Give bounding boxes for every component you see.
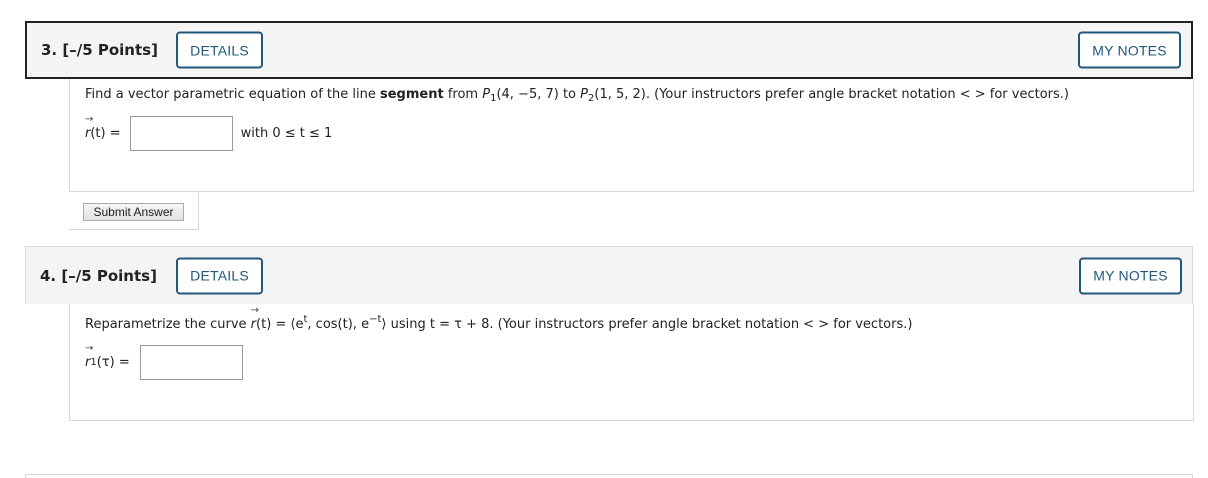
next-question-edge — [25, 474, 1193, 478]
question-4-details-button[interactable]: DETAILS — [176, 257, 263, 294]
question-4-prompt: Reparametrize the curve r(t) = ⟨et, cos(… — [85, 305, 913, 332]
point-1-label: P — [482, 87, 491, 102]
question-3-header: 3. [–/5 Points] DETAILS MY NOTES — [25, 21, 1193, 79]
question-3-body: Find a vector parametric equation of the… — [69, 79, 1194, 192]
question-3-answer-row: r(t) = with 0 ≤ t ≤ 1 — [85, 114, 333, 151]
prompt-text: to — [558, 87, 581, 102]
vector-r1-label: r — [85, 343, 94, 370]
prompt-text: using t = τ + 8. (Your instructors prefe… — [386, 317, 913, 332]
vector-r-label: r — [251, 305, 260, 332]
question-3-my-notes-button[interactable]: MY NOTES — [1078, 31, 1181, 69]
prompt-text: Find a vector parametric equation of the… — [85, 87, 380, 102]
parameter-constraint: with 0 ≤ t ≤ 1 — [240, 126, 333, 141]
prompt-emphasis: segment — [379, 87, 444, 102]
question-4-answer-row: r1(τ) = — [85, 343, 251, 380]
curve-expression: , cos(t), e — [307, 317, 370, 332]
question-3-title: 3. [–/5 Points] — [41, 41, 158, 59]
prompt-text: . (Your instructors prefer angle bracket… — [645, 87, 1069, 102]
curve-expression: (t) = ⟨e — [256, 317, 304, 332]
question-4-my-notes-button[interactable]: MY NOTES — [1079, 257, 1182, 294]
question-4-body: Reparametrize the curve r(t) = ⟨et, cos(… — [69, 304, 1194, 421]
submit-area: Submit Answer — [69, 192, 199, 230]
question-3-answer-input[interactable] — [129, 116, 233, 151]
question-3-details-button[interactable]: DETAILS — [176, 31, 263, 69]
question-4-answer-input[interactable] — [139, 345, 243, 380]
prompt-text: from — [443, 87, 483, 102]
exponent: −t — [369, 314, 382, 325]
submit-answer-button[interactable]: Submit Answer — [83, 203, 184, 221]
prompt-text: Reparametrize the curve — [85, 317, 251, 332]
answer-label: (τ) = — [96, 355, 130, 370]
question-4-header: 4. [–/5 Points] DETAILS MY NOTES — [25, 246, 1193, 304]
question-3-prompt: Find a vector parametric equation of the… — [85, 87, 1069, 104]
answer-label: (t) = — [90, 126, 121, 141]
point-1-coords: (4, −5, 7) — [496, 87, 559, 102]
point-2-label: P — [580, 87, 588, 102]
question-4-title: 4. [–/5 Points] — [40, 266, 157, 285]
point-2-coords: (1, 5, 2) — [594, 87, 646, 102]
vector-r-label: r — [85, 114, 94, 141]
